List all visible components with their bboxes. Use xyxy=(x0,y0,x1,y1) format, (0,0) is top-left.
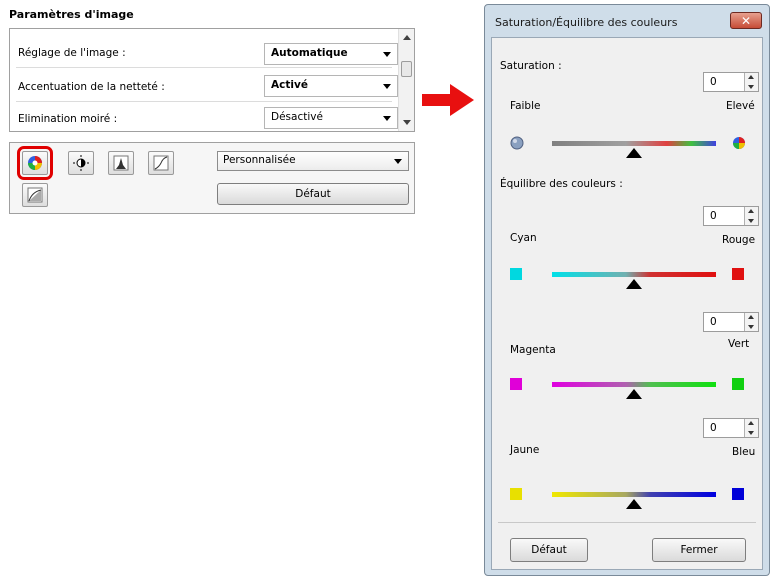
dialog-default-button[interactable]: Défaut xyxy=(510,538,588,562)
image-adjustment-select[interactable]: Automatique xyxy=(264,43,398,65)
saturation-slider-thumb[interactable] xyxy=(626,148,642,158)
saturation-slider-track[interactable] xyxy=(552,141,716,146)
yellow-blue-spinbox[interactable]: 0 xyxy=(703,418,759,438)
saturation-spinbox[interactable]: 0 xyxy=(703,72,759,92)
histogram-button[interactable] xyxy=(108,151,134,175)
brightness-contrast-icon xyxy=(73,155,89,171)
final-review-icon xyxy=(27,187,43,203)
saturation-value: 0 xyxy=(710,76,717,88)
spin-buttons[interactable] xyxy=(744,313,758,331)
magenta-green-value: 0 xyxy=(710,316,717,328)
close-window-button[interactable]: ✕ xyxy=(730,12,762,29)
high-label: Elevé xyxy=(726,100,755,112)
color-ball-icon xyxy=(733,137,745,149)
spin-down-icon[interactable] xyxy=(748,85,754,89)
spin-down-icon[interactable] xyxy=(748,219,754,223)
row-divider xyxy=(16,67,392,68)
preset-value: Personnalisée xyxy=(223,154,296,166)
cyan-red-value: 0 xyxy=(710,210,717,222)
spin-up-icon[interactable] xyxy=(748,315,754,319)
saturation-color-balance-icon xyxy=(28,156,42,170)
red-label: Rouge xyxy=(722,234,756,246)
green-swatch xyxy=(732,378,744,390)
color-balance-label: Équilibre des couleurs : xyxy=(500,178,623,190)
dialog-divider xyxy=(498,522,756,523)
cyan-red-slider-thumb[interactable] xyxy=(626,279,642,289)
sharpness-label: Accentuation de la netteté : xyxy=(18,81,165,93)
image-settings-title: Paramètres d'image xyxy=(9,8,134,21)
final-review-button[interactable] xyxy=(22,183,48,207)
sharpness-select[interactable]: Activé xyxy=(264,75,398,97)
image-adjustment-value: Automatique xyxy=(271,47,348,59)
scroll-thumb[interactable] xyxy=(401,61,412,77)
spin-buttons[interactable] xyxy=(744,419,758,437)
yellow-blue-slider-track[interactable] xyxy=(552,492,716,497)
cyan-swatch xyxy=(510,268,522,280)
spin-down-icon[interactable] xyxy=(748,431,754,435)
yellow-label: Jaune xyxy=(510,444,540,456)
yellow-blue-value: 0 xyxy=(710,422,717,434)
dialog-title: Saturation/Équilibre des couleurs xyxy=(495,16,678,29)
saturation-dialog: Saturation/Équilibre des couleurs ✕ Satu… xyxy=(484,4,770,576)
image-adjustment-label: Réglage de l'image : xyxy=(18,47,126,59)
gray-ball-icon xyxy=(510,136,524,150)
descreen-value: Désactivé xyxy=(271,111,323,123)
row-divider xyxy=(16,101,392,102)
chevron-down-icon xyxy=(383,116,391,121)
spin-buttons[interactable] xyxy=(744,73,758,91)
chevron-down-icon xyxy=(394,159,402,164)
cyan-red-spinbox[interactable]: 0 xyxy=(703,206,759,226)
close-icon: ✕ xyxy=(740,14,752,28)
chevron-down-icon xyxy=(383,84,391,89)
brightness-contrast-button[interactable] xyxy=(68,151,94,175)
spin-up-icon[interactable] xyxy=(748,209,754,213)
dialog-body: Saturation : 0 Faible Elevé Équilibre de… xyxy=(491,37,763,570)
arrow-right-icon xyxy=(422,84,474,116)
low-label: Faible xyxy=(510,100,541,112)
magenta-green-spinbox[interactable]: 0 xyxy=(703,312,759,332)
scroll-down-icon[interactable] xyxy=(403,120,411,125)
red-swatch xyxy=(732,268,744,280)
preset-select[interactable]: Personnalisée xyxy=(217,151,409,171)
magenta-green-slider-track[interactable] xyxy=(552,382,716,387)
saturation-color-balance-button[interactable] xyxy=(17,146,53,180)
saturation-label: Saturation : xyxy=(500,60,562,72)
blue-swatch xyxy=(732,488,744,500)
green-label: Vert xyxy=(728,338,750,350)
image-settings-list: Réglage de l'image : Automatique Accentu… xyxy=(9,28,415,132)
descreen-select[interactable]: Désactivé xyxy=(264,107,398,129)
left-default-button[interactable]: Défaut xyxy=(217,183,409,205)
descreen-label: Elimination moiré : xyxy=(18,113,118,125)
cyan-label: Cyan xyxy=(510,232,537,244)
tone-curve-icon xyxy=(153,155,169,171)
chevron-down-icon xyxy=(383,52,391,57)
spin-up-icon[interactable] xyxy=(748,421,754,425)
magenta-swatch xyxy=(510,378,522,390)
spin-buttons[interactable] xyxy=(744,207,758,225)
histogram-icon xyxy=(113,155,129,171)
settings-scrollbar[interactable] xyxy=(398,29,414,131)
adjustment-tools-panel: Personnalisée Défaut xyxy=(9,142,415,214)
scroll-up-icon[interactable] xyxy=(403,35,411,40)
blue-label: Bleu xyxy=(732,446,756,458)
yellow-swatch xyxy=(510,488,522,500)
magenta-green-slider-thumb[interactable] xyxy=(626,389,642,399)
spin-up-icon[interactable] xyxy=(748,75,754,79)
cyan-red-slider-track[interactable] xyxy=(552,272,716,277)
magenta-label: Magenta xyxy=(510,344,556,356)
spin-down-icon[interactable] xyxy=(748,325,754,329)
dialog-close-button[interactable]: Fermer xyxy=(652,538,746,562)
sharpness-value: Activé xyxy=(271,79,308,91)
tone-curve-button[interactable] xyxy=(148,151,174,175)
yellow-blue-slider-thumb[interactable] xyxy=(626,499,642,509)
